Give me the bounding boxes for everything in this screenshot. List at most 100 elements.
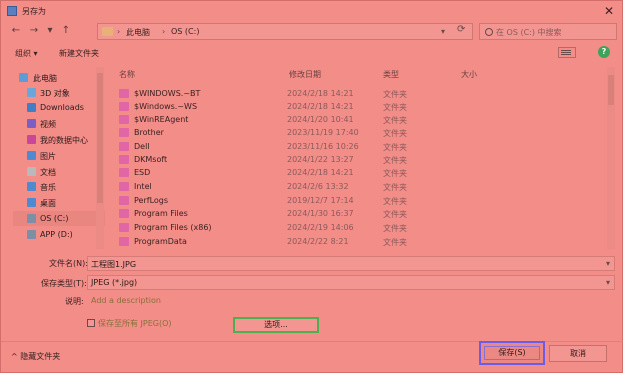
close-icon[interactable]: ✕ xyxy=(601,3,617,19)
file-type: 文件夹 xyxy=(383,183,407,192)
column-header-size[interactable]: 大小 xyxy=(461,69,477,80)
file-date: 2024/1/20 10:41 xyxy=(287,115,354,124)
file-type: 文件夹 xyxy=(383,116,407,125)
file-date: 2023/11/19 17:40 xyxy=(287,128,359,137)
nav-item-label: 3D 对象 xyxy=(40,89,70,98)
column-header-name[interactable]: 名称 xyxy=(119,69,135,80)
breadcrumb-this-pc[interactable]: 此电脑 xyxy=(126,27,150,38)
file-date: 2024/2/22 8:21 xyxy=(287,237,349,246)
drive-icon xyxy=(27,214,36,223)
file-row[interactable]: Brother 2023/11/19 17:40 文件夹 xyxy=(117,126,603,139)
toolbar: 组织 ▾ 新建文件夹 ? xyxy=(1,43,623,63)
3d-objects-icon xyxy=(27,88,36,97)
chevron-down-icon[interactable]: ▾ xyxy=(606,278,610,287)
nav-item-label: APP (D:) xyxy=(40,230,73,239)
file-list-scrollbar[interactable] xyxy=(607,67,615,249)
nav-item-label: 视频 xyxy=(40,120,56,129)
nav-item-data-center[interactable]: 我的数据中心 xyxy=(13,132,105,147)
up-arrow-icon[interactable]: ↑ xyxy=(59,24,73,38)
nav-item-label: 我的数据中心 xyxy=(40,136,88,145)
chevron-down-icon[interactable]: ▾ xyxy=(606,259,610,268)
folder-icon xyxy=(119,209,129,218)
nav-item-label: 图片 xyxy=(40,152,56,161)
chevron-down-icon[interactable]: ▾ xyxy=(43,24,57,38)
filename-field[interactable]: 工程图1.JPG ▾ xyxy=(87,256,615,271)
file-type: 文件夹 xyxy=(383,156,407,165)
search-icon xyxy=(485,28,493,36)
save-all-jpeg-label[interactable]: 保存至所有 JPEG(O) xyxy=(98,318,172,329)
save-button-label: 保存(S) xyxy=(484,346,540,360)
desktop-icon xyxy=(27,198,36,207)
file-row[interactable]: Program Files (x86) 2024/2/19 14:06 文件夹 xyxy=(117,221,603,234)
file-list: 名称 修改日期 类型 大小 $WINDOWS.~BT 2024/2/18 14:… xyxy=(113,67,605,249)
title-bar: 另存为 ✕ xyxy=(1,1,623,21)
save-button[interactable]: 保存(S) xyxy=(479,341,545,365)
window-title: 另存为 xyxy=(22,7,46,16)
documents-icon xyxy=(27,167,36,176)
nav-item-app-d[interactable]: APP (D:) xyxy=(13,227,105,242)
nav-scrollbar[interactable] xyxy=(96,67,104,249)
nav-scrollbar-thumb[interactable] xyxy=(97,73,103,203)
add-description-link[interactable]: Add a description xyxy=(91,296,161,305)
file-row[interactable]: Program Files 2024/1/30 16:37 文件夹 xyxy=(117,207,603,220)
nav-item-desktop[interactable]: 桌面 xyxy=(13,195,105,210)
chevron-down-icon[interactable]: ▾ xyxy=(441,27,445,36)
filetype-label: 保存类型(T): xyxy=(41,279,87,288)
nav-item-label: Downloads xyxy=(40,103,84,112)
file-type: 文件夹 xyxy=(383,238,407,247)
file-row[interactable]: Intel 2024/2/6 13:32 文件夹 xyxy=(117,180,603,193)
organize-button[interactable]: 组织 ▾ xyxy=(15,48,38,59)
file-date: 2024/2/19 14:06 xyxy=(287,223,354,232)
search-input[interactable]: 在 OS (C:) 中搜索 xyxy=(479,23,617,40)
column-header-date[interactable]: 修改日期 xyxy=(289,69,321,80)
nav-item-music[interactable]: 音乐 xyxy=(13,179,105,194)
back-arrow-icon[interactable]: ← xyxy=(9,24,23,38)
refresh-icon[interactable]: ⟳ xyxy=(457,24,465,35)
filetype-select[interactable]: JPEG (*.jpg) ▾ xyxy=(87,275,615,290)
file-list-scrollbar-thumb[interactable] xyxy=(608,75,614,105)
nav-item-this-pc[interactable]: 此电脑 xyxy=(13,70,105,85)
file-row[interactable]: $WINDOWS.~BT 2024/2/18 14:21 文件夹 xyxy=(117,87,603,100)
folder-icon xyxy=(119,237,129,246)
view-options-icon[interactable] xyxy=(558,47,576,58)
file-name: Dell xyxy=(134,142,150,151)
file-row[interactable]: Dell 2023/11/16 10:26 文件夹 xyxy=(117,140,603,153)
forward-arrow-icon[interactable]: → xyxy=(27,24,41,38)
column-header-type[interactable]: 类型 xyxy=(383,69,399,80)
computer-icon xyxy=(102,27,113,36)
save-all-jpeg-checkbox[interactable] xyxy=(87,319,95,327)
nav-item-os-c[interactable]: OS (C:) xyxy=(13,211,105,226)
nav-item-documents[interactable]: 文档 xyxy=(13,164,105,179)
help-icon[interactable]: ? xyxy=(598,46,610,58)
hide-folders-toggle[interactable]: ^ 隐藏文件夹 xyxy=(11,351,60,362)
options-button[interactable]: 选项... xyxy=(233,317,319,333)
file-date: 2024/2/6 13:32 xyxy=(287,182,349,191)
folder-icon xyxy=(119,196,129,205)
nav-item-3d-objects[interactable]: 3D 对象 xyxy=(13,85,105,100)
file-row[interactable]: $WinREAgent 2024/1/20 10:41 文件夹 xyxy=(117,113,603,126)
file-row[interactable]: DKMsoft 2024/1/22 13:27 文件夹 xyxy=(117,153,603,166)
file-name: Program Files xyxy=(134,209,188,218)
breadcrumb-os-c[interactable]: OS (C:) xyxy=(171,27,199,36)
nav-item-video[interactable]: 视频 xyxy=(13,116,105,131)
file-row[interactable]: PerfLogs 2019/12/7 17:14 文件夹 xyxy=(117,194,603,207)
address-row: ← → ▾ ↑ › 此电脑 › OS (C:) ▾ ⟳ 在 OS (C:) 中搜… xyxy=(1,21,623,43)
filename-value: 工程图1.JPG xyxy=(91,260,137,269)
file-date: 2023/11/16 10:26 xyxy=(287,142,359,151)
address-bar[interactable]: › 此电脑 › OS (C:) ▾ xyxy=(97,23,473,40)
new-folder-button[interactable]: 新建文件夹 xyxy=(59,48,99,59)
cancel-button[interactable]: 取消 xyxy=(549,345,607,362)
file-row[interactable]: $Windows.~WS 2024/2/18 14:21 文件夹 xyxy=(117,100,603,113)
nav-item-pictures[interactable]: 图片 xyxy=(13,148,105,163)
file-name: DKMsoft xyxy=(134,155,168,164)
nav-item-label: 此电脑 xyxy=(33,74,57,83)
nav-item-downloads[interactable]: Downloads xyxy=(13,100,105,115)
save-as-dialog: 另存为 ✕ ← → ▾ ↑ › 此电脑 › OS (C:) ▾ ⟳ 在 OS (… xyxy=(0,0,623,373)
file-row[interactable]: ESD 2024/2/18 14:21 文件夹 xyxy=(117,166,603,179)
filetype-value: JPEG (*.jpg) xyxy=(91,278,138,287)
file-name: $WinREAgent xyxy=(134,115,189,124)
folder-icon xyxy=(119,168,129,177)
file-name: $Windows.~WS xyxy=(134,102,198,111)
file-row[interactable]: ProgramData 2024/2/22 8:21 文件夹 xyxy=(117,235,603,248)
breadcrumb-separator: › xyxy=(162,27,166,36)
